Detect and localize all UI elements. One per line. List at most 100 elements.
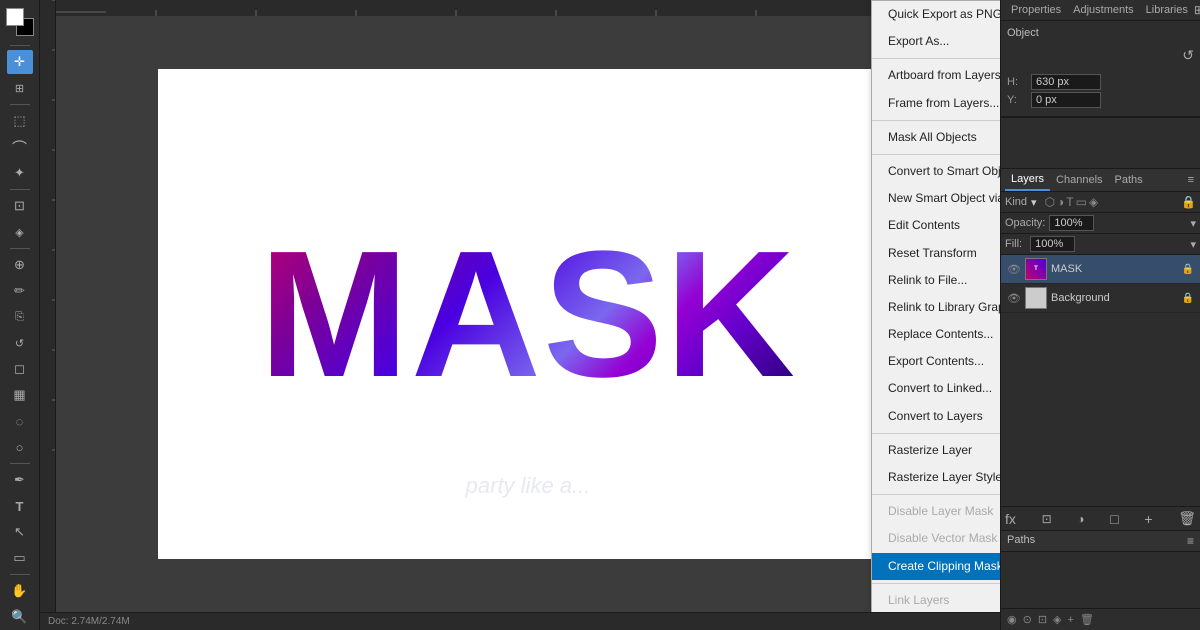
separator-6 — [872, 583, 1000, 584]
lock-icon[interactable]: 🔒 — [1181, 195, 1196, 209]
layers-tab[interactable]: Layers — [1005, 169, 1050, 191]
paths-title: Paths — [1007, 534, 1035, 548]
hand-tool[interactable]: ✋ — [7, 579, 33, 603]
path-stroke-icon[interactable]: ⊙ — [1023, 613, 1032, 626]
history-tool[interactable]: ↺ — [7, 331, 33, 355]
menu-rasterize-style[interactable]: Rasterize Layer Style — [872, 464, 1000, 491]
menu-quick-export[interactable]: Quick Export as PNG — [872, 1, 1000, 28]
gradient-tool[interactable]: ▦ — [7, 383, 33, 407]
fill-dropdown[interactable]: ▾ — [1190, 238, 1196, 251]
watermark-text: party like a... — [466, 473, 591, 499]
paths-tab[interactable]: Paths — [1109, 170, 1149, 190]
path-shape-icon[interactable]: ◈ — [1053, 613, 1061, 626]
adjustments-tab[interactable]: Adjustments — [1067, 0, 1140, 20]
crop-tool[interactable]: ⊡ — [7, 194, 33, 218]
menu-relink-library[interactable]: Relink to Library Graphic... — [872, 294, 1000, 321]
menu-create-clipping-mask[interactable]: Create Clipping Mask — [872, 553, 1000, 580]
fill-input[interactable] — [1030, 236, 1075, 252]
menu-convert-linked[interactable]: Convert to Linked... — [872, 375, 1000, 402]
menu-mask-all[interactable]: Mask All Objects — [872, 124, 1000, 151]
layers-panel-icon1[interactable]: ≡ — [1188, 174, 1194, 186]
app-layout: ✛ ⊞ ⬚ ⌒ ✦ ⊡ ◈ ⊕ ✏ ⎘ ↺ ◻ ▦ ◌ ○ ✒ T ↖ ▭ ✋ … — [0, 0, 1200, 630]
blur-tool[interactable]: ◌ — [7, 409, 33, 433]
layer-item-mask[interactable]: 👁 T MASK 🔒 — [1001, 255, 1200, 284]
y-input[interactable] — [1031, 92, 1101, 108]
layer-fx-button[interactable]: fx — [1005, 511, 1016, 527]
eyedropper-tool[interactable]: ◈ — [7, 220, 33, 244]
menu-replace-contents[interactable]: Replace Contents... — [872, 321, 1000, 348]
menu-export-as[interactable]: Export As... — [872, 28, 1000, 55]
filter-type-icon[interactable]: T — [1066, 195, 1073, 209]
layer-eye-mask[interactable]: 👁 — [1007, 263, 1021, 276]
menu-reset-transform[interactable]: Reset Transform — [872, 240, 1000, 267]
opacity-dropdown[interactable]: ▾ — [1190, 217, 1196, 230]
status-text: Doc: 2.74M/2.74M — [48, 616, 130, 627]
properties-title: Object — [1001, 21, 1200, 45]
kind-label: Kind — [1005, 196, 1027, 208]
y-label: Y: — [1007, 94, 1027, 106]
libraries-tab[interactable]: Libraries — [1140, 0, 1194, 20]
brush-tool[interactable]: ✏ — [7, 279, 33, 303]
h-input[interactable] — [1031, 74, 1101, 90]
properties-tab[interactable]: Properties — [1005, 0, 1067, 20]
layer-bg-lock: 🔒 — [1182, 293, 1194, 304]
filter-pixel-icon[interactable]: ⬡ — [1045, 195, 1055, 209]
channels-tab[interactable]: Channels — [1050, 170, 1108, 190]
path-mask-icon[interactable]: ⊡ — [1038, 613, 1047, 626]
artboard-tool[interactable]: ⊞ — [7, 76, 33, 100]
layer-delete-button[interactable]: 🗑 — [1178, 510, 1196, 527]
eraser-tool[interactable]: ◻ — [7, 357, 33, 381]
menu-new-smart-copy[interactable]: New Smart Object via Copy — [872, 185, 1000, 212]
menu-rasterize[interactable]: Rasterize Layer — [872, 437, 1000, 464]
move-tool[interactable]: ✛ — [7, 50, 33, 74]
layer-name-bg: Background — [1051, 292, 1178, 304]
photoshop-canvas: MASK party like a... — [158, 69, 898, 559]
canvas-content: MASK party like a... Quick Export as PNG… — [56, 0, 1000, 612]
zoom-tool[interactable]: 🔍 — [7, 605, 33, 629]
healing-tool[interactable]: ⊕ — [7, 253, 33, 277]
layer-adjust-button[interactable]: ◑ — [1077, 512, 1084, 526]
menu-convert-layers[interactable]: Convert to Layers — [872, 403, 1000, 430]
dodge-tool[interactable]: ○ — [7, 435, 33, 459]
type-tool[interactable]: T — [7, 494, 33, 518]
menu-frame-layers[interactable]: Frame from Layers... — [872, 90, 1000, 117]
filter-smart-icon[interactable]: ◈ — [1089, 195, 1098, 209]
path-delete-icon[interactable]: 🗑 — [1080, 613, 1094, 626]
opacity-input[interactable] — [1049, 215, 1094, 231]
menu-disable-layer-mask: Disable Layer Mask — [872, 498, 1000, 525]
menu-disable-vector-mask: Disable Vector Mask — [872, 525, 1000, 552]
layer-name-mask: MASK — [1051, 263, 1178, 275]
layer-group-button[interactable]: □ — [1110, 511, 1118, 527]
menu-export-contents[interactable]: Export Contents... — [872, 348, 1000, 375]
menu-relink-file[interactable]: Relink to File... — [872, 267, 1000, 294]
status-bar: Doc: 2.74M/2.74M — [40, 612, 1000, 630]
menu-artboard-layers[interactable]: Artboard from Layers... — [872, 62, 1000, 89]
canvas-wrapper: MASK party like a... Quick Export as PNG… — [40, 0, 1000, 630]
kind-dropdown-icon[interactable]: ▾ — [1031, 196, 1037, 209]
paths-panel-icon[interactable]: ≡ — [1187, 534, 1194, 548]
layer-item-bg[interactable]: 👁 Background 🔒 — [1001, 284, 1200, 313]
menu-convert-smart[interactable]: Convert to Smart Object — [872, 158, 1000, 185]
separator-2 — [872, 120, 1000, 121]
mask-text: MASK — [259, 211, 797, 418]
path-new-icon[interactable]: + — [1068, 614, 1074, 626]
reset-icon[interactable]: ↺ — [1182, 47, 1194, 64]
filter-adj-icon[interactable]: ◑ — [1057, 195, 1064, 209]
separator-5 — [872, 494, 1000, 495]
paths-header: Paths ≡ — [1001, 531, 1200, 552]
shape-tool[interactable]: ▭ — [7, 546, 33, 570]
layer-new-button[interactable]: + — [1144, 511, 1152, 527]
layer-eye-bg[interactable]: 👁 — [1007, 292, 1021, 305]
panel-icon-1[interactable]: ⊞ — [1194, 3, 1200, 17]
filter-shape-icon[interactable]: ▭ — [1076, 195, 1087, 209]
pen-tool[interactable]: ✒ — [7, 468, 33, 492]
path-fill-icon[interactable]: ◉ — [1007, 613, 1017, 626]
layer-mask-button[interactable]: ⊡ — [1042, 512, 1052, 526]
lasso-tool[interactable]: ⌒ — [7, 135, 33, 159]
pathselect-tool[interactable]: ↖ — [7, 520, 33, 544]
stamp-tool[interactable]: ⎘ — [7, 305, 33, 329]
layer-thumb-bg — [1025, 287, 1047, 309]
quickselect-tool[interactable]: ✦ — [7, 161, 33, 185]
marquee-tool[interactable]: ⬚ — [7, 109, 33, 133]
menu-edit-contents[interactable]: Edit Contents — [872, 212, 1000, 239]
